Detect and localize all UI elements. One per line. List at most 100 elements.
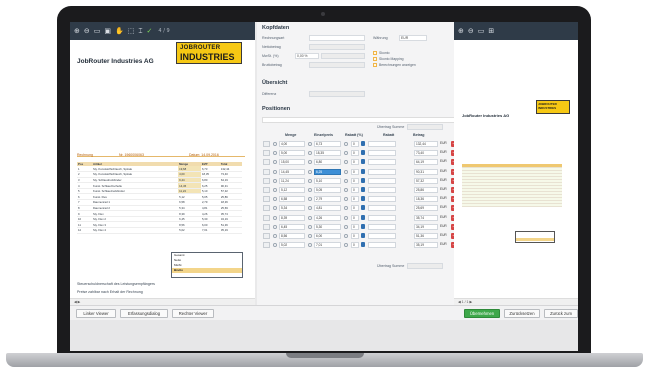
skonto-checkbox[interactable] bbox=[373, 51, 377, 55]
discount-field[interactable]: 0 bbox=[351, 159, 359, 166]
discount-amount-field[interactable] bbox=[368, 214, 396, 221]
amount-field[interactable]: 132,44 bbox=[414, 141, 438, 147]
text-select-icon[interactable]: ⌶ bbox=[138, 27, 142, 36]
discount-amount-field[interactable] bbox=[368, 205, 396, 212]
unit-price-field[interactable]: 5,10 bbox=[314, 177, 341, 184]
unit-price-field[interactable]: 6,80 bbox=[314, 159, 341, 166]
row-select[interactable] bbox=[263, 187, 270, 193]
row-select[interactable] bbox=[263, 214, 270, 221]
unit-price-field[interactable]: 6,73 bbox=[314, 141, 341, 147]
back-button[interactable]: Zurück zum bbox=[544, 309, 578, 318]
amount-field[interactable]: 64,19 bbox=[414, 159, 438, 166]
discount-amount-field[interactable] bbox=[368, 242, 396, 249]
zoom-out-icon[interactable]: ⊖ bbox=[468, 27, 474, 35]
amount-field[interactable]: 34,19 bbox=[414, 223, 438, 230]
row-radio[interactable] bbox=[273, 243, 277, 248]
row-select[interactable] bbox=[263, 233, 270, 239]
row-radio[interactable] bbox=[273, 160, 277, 165]
row-radio[interactable] bbox=[344, 224, 348, 229]
row-radio[interactable] bbox=[308, 160, 312, 165]
quantity-field[interactable]: 4,00 bbox=[279, 141, 305, 147]
amount-field[interactable]: 73,40 bbox=[414, 150, 438, 157]
amount-field[interactable]: 51,36 bbox=[414, 233, 438, 239]
steuer-field[interactable] bbox=[321, 53, 365, 59]
amount-field[interactable]: 35,19 bbox=[414, 242, 438, 249]
quantity-field[interactable]: 5,02 bbox=[279, 242, 305, 249]
discount-field[interactable]: 0 bbox=[351, 196, 359, 203]
amount-field[interactable]: 18,36 bbox=[414, 196, 438, 203]
row-radio[interactable] bbox=[344, 142, 348, 146]
discount-field[interactable]: 0 bbox=[351, 187, 359, 193]
summe-field[interactable] bbox=[407, 263, 443, 269]
row-radio[interactable] bbox=[344, 215, 348, 220]
row-radio[interactable] bbox=[273, 215, 277, 220]
quantity-field[interactable]: 6,45 bbox=[279, 223, 305, 230]
row-radio[interactable] bbox=[308, 169, 312, 174]
unit-price-field[interactable]: 6,00 bbox=[314, 233, 341, 239]
netto-field[interactable] bbox=[309, 44, 365, 50]
row-radio[interactable] bbox=[344, 206, 348, 211]
check-icon[interactable]: ✓ bbox=[147, 27, 153, 35]
row-radio[interactable] bbox=[273, 197, 277, 202]
row-select[interactable] bbox=[263, 141, 270, 147]
quantity-field[interactable]: 5,34 bbox=[279, 205, 305, 212]
row-radio[interactable] bbox=[273, 224, 277, 229]
quantity-field[interactable]: 8,56 bbox=[279, 233, 305, 239]
rechnungsart-field[interactable] bbox=[309, 35, 365, 41]
discount-amount-field[interactable] bbox=[368, 141, 396, 147]
right-viewer-pager[interactable]: ◀ 1 / 1 ▶ bbox=[454, 298, 578, 305]
amount-field[interactable]: 90,31 bbox=[414, 168, 438, 175]
row-radio[interactable] bbox=[308, 243, 312, 248]
discount-amount-field[interactable] bbox=[368, 177, 396, 184]
row-select[interactable] bbox=[263, 196, 270, 203]
unit-price-field[interactable]: 4,81 bbox=[314, 205, 341, 212]
row-radio[interactable] bbox=[344, 243, 348, 248]
discount-field[interactable]: 0 bbox=[351, 233, 359, 239]
difference-field[interactable] bbox=[309, 91, 365, 97]
apply-button[interactable]: Übernehmen bbox=[464, 309, 500, 318]
row-radio[interactable] bbox=[308, 188, 312, 192]
discount-amount-field[interactable] bbox=[368, 196, 396, 203]
hand-icon[interactable]: ✋ bbox=[115, 27, 124, 35]
quantity-field[interactable]: 11,24 bbox=[279, 177, 305, 184]
discount-amount-field[interactable] bbox=[368, 159, 396, 166]
quantity-field[interactable]: 15,00 bbox=[279, 159, 305, 166]
row-radio[interactable] bbox=[344, 197, 348, 202]
discount-amount-field[interactable] bbox=[368, 187, 396, 193]
row-radio[interactable] bbox=[273, 178, 277, 183]
select-icon[interactable]: ⬚ bbox=[128, 27, 135, 35]
row-radio[interactable] bbox=[308, 234, 312, 238]
row-select[interactable] bbox=[263, 168, 270, 175]
unit-price-field[interactable]: 5,05 bbox=[314, 187, 341, 193]
capture-dialog-button[interactable]: Erfassungsdialog bbox=[120, 309, 168, 318]
discount-field[interactable]: 0 bbox=[351, 205, 359, 212]
row-radio[interactable] bbox=[344, 234, 348, 238]
row-radio[interactable] bbox=[308, 215, 312, 220]
row-radio[interactable] bbox=[308, 142, 312, 146]
discount-amount-field[interactable] bbox=[368, 233, 396, 239]
reset-button[interactable]: Zurücksetzen bbox=[504, 309, 540, 318]
row-radio[interactable] bbox=[344, 178, 348, 183]
zoom-out-icon[interactable]: ⊖ bbox=[84, 27, 90, 35]
unit-price-field[interactable]: 4,26 bbox=[314, 214, 341, 221]
unit-price-field[interactable]: 6,25 bbox=[314, 168, 341, 175]
unit-price-field[interactable]: 7,01 bbox=[314, 242, 341, 249]
row-radio[interactable] bbox=[344, 169, 348, 174]
quantity-field[interactable]: 8,39 bbox=[279, 214, 305, 221]
calc-checkbox[interactable] bbox=[373, 63, 377, 67]
unit-price-field[interactable]: 5,30 bbox=[314, 223, 341, 230]
amount-field[interactable]: 57,32 bbox=[414, 177, 438, 184]
brutto-field[interactable] bbox=[309, 62, 365, 68]
left-viewer-button[interactable]: Linker Viewer bbox=[76, 309, 116, 318]
right-viewer-button[interactable]: Rechter Viewer bbox=[172, 309, 214, 318]
discount-field[interactable]: 0 bbox=[351, 150, 359, 157]
discount-amount-field[interactable] bbox=[368, 223, 396, 230]
zoom-in-icon[interactable]: ⊕ bbox=[74, 27, 80, 35]
left-viewer-pager[interactable]: ◀ ▶ bbox=[70, 298, 255, 305]
zoom-in-icon[interactable]: ⊕ bbox=[458, 27, 464, 35]
quantity-field[interactable]: 14,45 bbox=[279, 168, 305, 175]
row-radio[interactable] bbox=[273, 206, 277, 211]
row-radio[interactable] bbox=[273, 169, 277, 174]
row-radio[interactable] bbox=[308, 224, 312, 229]
row-radio[interactable] bbox=[344, 151, 348, 156]
